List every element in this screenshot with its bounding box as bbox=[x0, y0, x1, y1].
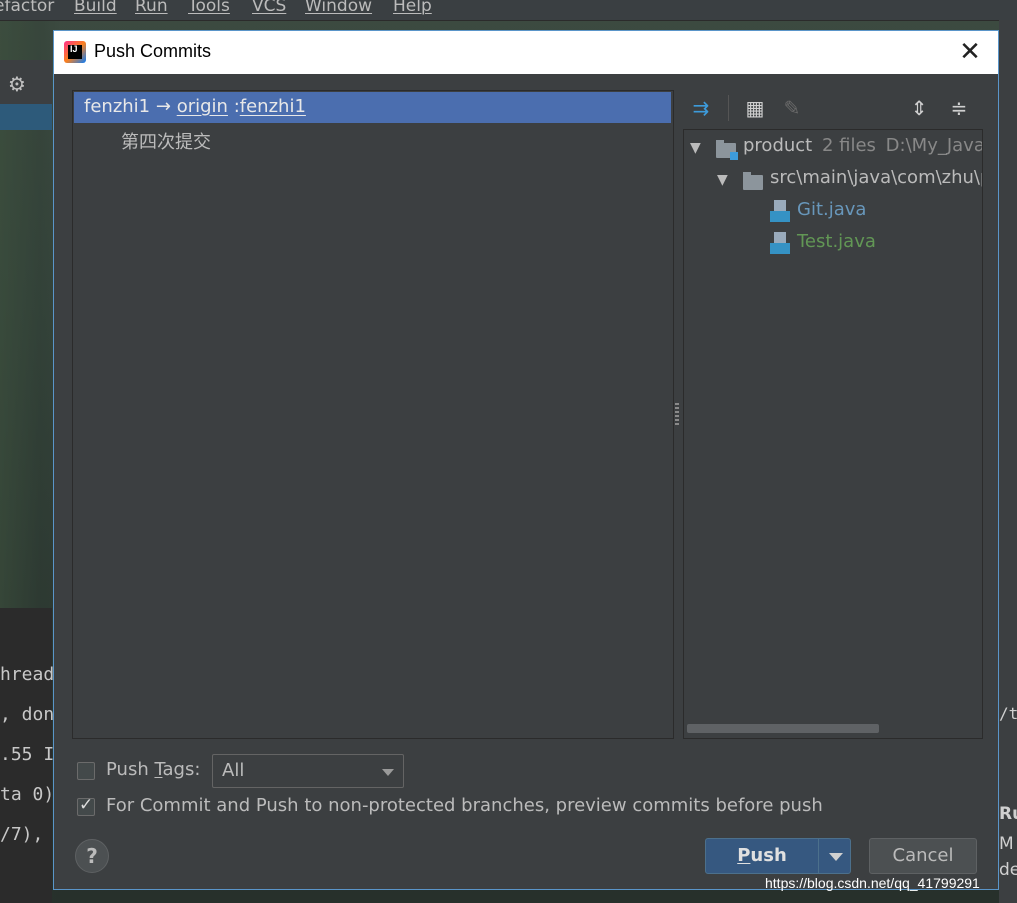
push-mnemonic: P bbox=[737, 845, 751, 866]
ide-selected-tab bbox=[0, 104, 52, 130]
module-path: D:\My_Java\ bbox=[885, 135, 983, 156]
push-button-divider bbox=[818, 839, 819, 873]
menu-vcs[interactable]: VCS bbox=[252, 0, 286, 16]
console-line: .55 I bbox=[0, 744, 55, 765]
menu-refactor[interactable]: efactor bbox=[0, 0, 54, 16]
panel-splitter[interactable] bbox=[675, 403, 679, 425]
module-name: product bbox=[743, 135, 813, 156]
push-tags-text: ags: bbox=[162, 759, 201, 780]
commit-item[interactable]: 第四次提交 bbox=[121, 128, 211, 154]
menu-help[interactable]: Help bbox=[393, 0, 432, 16]
preview-commits-label: For Commit and Push to non-protected bra… bbox=[106, 795, 823, 816]
ide-menubar: efactor Build Run Tools VCS Window Help bbox=[0, 0, 1017, 21]
tags-select-value: All bbox=[222, 760, 245, 781]
menu-run[interactable]: Run bbox=[135, 0, 168, 16]
changes-panel: ▼ product 2 files D:\My_Java\ ▼ src\main… bbox=[683, 129, 983, 739]
push-button-label: Push bbox=[706, 845, 818, 866]
expand-all-icon[interactable]: ⇕ bbox=[906, 95, 932, 121]
tags-select[interactable]: All bbox=[212, 754, 404, 788]
ide-right-text: de bbox=[999, 860, 1017, 880]
tree-module-row[interactable]: product 2 files D:\My_Java\ bbox=[743, 135, 983, 156]
tree-folder-row[interactable]: src\main\java\com\zhu\p bbox=[770, 167, 982, 188]
gear-icon[interactable]: ⚙ bbox=[8, 72, 26, 96]
watermark: https://blog.csdn.net/qq_41799291 bbox=[765, 875, 980, 891]
remote-link[interactable]: origin bbox=[177, 96, 228, 117]
branch-push-row[interactable]: fenzhi1 → origin :fenzhi1 bbox=[74, 92, 671, 123]
push-tags-label: Push Tags: bbox=[106, 759, 200, 780]
menu-tools[interactable]: Tools bbox=[188, 0, 230, 16]
module-file-count: 2 files bbox=[821, 135, 876, 156]
horizontal-scrollbar[interactable] bbox=[685, 721, 981, 735]
push-tags-checkbox[interactable] bbox=[77, 762, 95, 780]
push-label-rest: ush bbox=[750, 845, 787, 866]
close-icon[interactable]: ✕ bbox=[954, 37, 986, 69]
ide-right-strip bbox=[999, 20, 1017, 903]
ide-right-text: Ru bbox=[999, 804, 1017, 824]
console-line: ta 0) bbox=[0, 784, 55, 805]
module-icon bbox=[716, 140, 738, 160]
menu-window[interactable]: Window bbox=[305, 0, 372, 16]
push-button[interactable]: Push bbox=[705, 838, 851, 874]
edit-icon[interactable]: ✎ bbox=[779, 95, 805, 121]
tree-file-row[interactable]: Git.java bbox=[797, 199, 866, 220]
java-file-icon bbox=[770, 200, 790, 222]
push-commits-dialog: IJ Push Commits ✕ fenzhi1 → origin :fenz… bbox=[53, 30, 999, 890]
push-dropdown-icon[interactable] bbox=[829, 853, 843, 861]
preview-commits-checkbox[interactable] bbox=[77, 795, 95, 816]
remote-branch-link[interactable]: fenzhi1 bbox=[240, 96, 306, 117]
commits-panel: fenzhi1 → origin :fenzhi1 第四次提交 bbox=[72, 90, 674, 739]
collapse-arrows-icon[interactable]: ⇉ bbox=[688, 95, 714, 121]
tree-file-row[interactable]: Test.java bbox=[797, 231, 876, 252]
local-branch: fenzhi1 bbox=[84, 96, 151, 117]
folder-icon bbox=[743, 172, 763, 190]
chevron-down-icon bbox=[382, 769, 394, 776]
console-line: hread bbox=[0, 664, 55, 685]
scrollbar-thumb[interactable] bbox=[687, 724, 879, 733]
console-line: /7), bbox=[0, 824, 44, 845]
help-button[interactable]: ? bbox=[75, 839, 109, 873]
collapse-all-icon[interactable]: ≑ bbox=[946, 95, 972, 121]
expand-arrow-icon[interactable]: ▼ bbox=[690, 140, 701, 156]
cancel-button[interactable]: Cancel bbox=[869, 838, 977, 874]
changes-toolbar: ⇉ ▦ ✎ ⇕ ≑ bbox=[684, 91, 984, 125]
ide-right-text: M bbox=[999, 834, 1014, 854]
expand-arrow-icon[interactable]: ▼ bbox=[717, 172, 728, 188]
group-by-icon[interactable]: ▦ bbox=[742, 95, 768, 121]
push-arrow: → bbox=[155, 96, 171, 117]
java-file-icon bbox=[770, 232, 790, 254]
dialog-title: Push Commits bbox=[94, 41, 212, 61]
menu-build[interactable]: Build bbox=[74, 0, 117, 16]
ide-right-text: /t bbox=[999, 704, 1017, 723]
app-icon-text: IJ bbox=[70, 44, 78, 54]
console-line: , don bbox=[0, 704, 55, 725]
toolbar-separator bbox=[728, 95, 729, 121]
dialog-titlebar: IJ Push Commits ✕ bbox=[54, 31, 998, 74]
intellij-app-icon: IJ bbox=[64, 41, 86, 63]
push-tags-text: Push bbox=[106, 759, 155, 780]
